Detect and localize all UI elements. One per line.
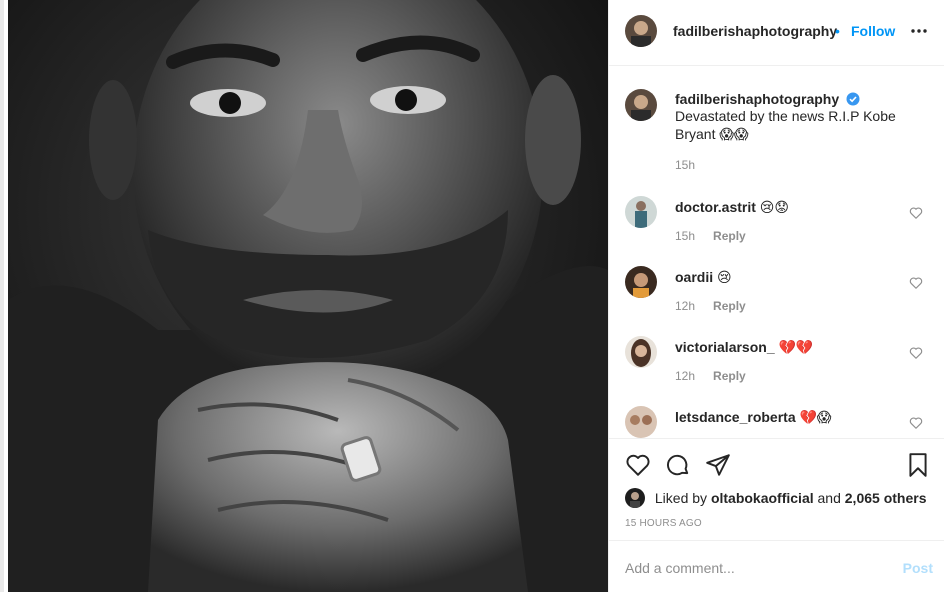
comment-text: 💔😱 (799, 409, 832, 425)
caption: fadilberishaphotography Devastated by th… (609, 88, 944, 178)
caption-username[interactable]: fadilberishaphotography (675, 91, 839, 107)
comment-meta: 12h Reply (675, 369, 746, 383)
share-icon[interactable] (705, 452, 731, 478)
heart-icon[interactable] (625, 452, 651, 478)
post-modal: fadilberishaphotography • Follow fadilbe… (0, 0, 944, 592)
comment-heart-icon[interactable] (909, 276, 923, 290)
post-comment-button[interactable]: Post (903, 560, 933, 576)
add-comment-bar: Add a comment... Post (609, 540, 944, 592)
comment-item: doctor.astrit 😢😟 15h Reply (609, 196, 944, 256)
post-sidebar: fadilberishaphotography • Follow fadilbe… (608, 0, 944, 592)
bookmark-icon[interactable] (905, 452, 931, 478)
reply-button[interactable]: Reply (713, 369, 746, 383)
comment-username[interactable]: oardii (675, 269, 713, 285)
reply-button[interactable]: Reply (713, 299, 746, 313)
avatar-image (625, 406, 657, 438)
liker-avatar[interactable] (625, 488, 645, 508)
comment-time: 12h (675, 299, 696, 313)
comments-list[interactable]: fadilberishaphotography Devastated by th… (609, 67, 944, 438)
liker-username[interactable]: oltabokaofficial (711, 490, 814, 506)
author-avatar[interactable] (625, 15, 657, 47)
comment-username[interactable]: victorialarson_ (675, 339, 775, 355)
commenter-avatar[interactable] (625, 266, 657, 298)
comment-username[interactable]: doctor.astrit (675, 199, 756, 215)
author-username[interactable]: fadilberishaphotography (673, 23, 837, 39)
post-actions: Liked by oltabokaofficial and 2,065 othe… (609, 438, 944, 540)
comment-text: 💔💔 (778, 339, 814, 355)
avatar-image (625, 15, 657, 47)
portrait-image (8, 0, 608, 592)
comment-item: oardii 😢 12h Reply (609, 266, 944, 326)
comment-heart-icon[interactable] (909, 346, 923, 360)
avatar-image (625, 336, 657, 368)
likes-summary: Liked by oltabokaofficial and 2,065 othe… (625, 488, 926, 508)
comment-input[interactable]: Add a comment... (625, 560, 735, 576)
comment-time: 12h (675, 369, 696, 383)
comment-icon[interactable] (665, 452, 691, 478)
comment-meta: 15h Reply (675, 229, 746, 243)
commenter-avatar[interactable] (625, 336, 657, 368)
post-photo[interactable] (8, 0, 608, 592)
comment-heart-icon[interactable] (909, 416, 923, 430)
reply-button[interactable]: Reply (713, 229, 746, 243)
commenter-avatar[interactable] (625, 196, 657, 228)
avatar-image (625, 266, 657, 298)
caption-avatar[interactable] (625, 89, 657, 121)
avatar-image (625, 488, 645, 508)
more-options-icon[interactable] (910, 22, 928, 40)
comment-time: 15h (675, 229, 696, 243)
caption-time: 15h (675, 158, 696, 172)
comment-item: letsdance_roberta 💔😱 (609, 406, 944, 438)
liked-by-label: Liked by (654, 490, 708, 506)
follow-button[interactable]: Follow (851, 23, 895, 39)
comment-text: 😢😟 (759, 199, 789, 215)
comment-item: victorialarson_ 💔💔 12h Reply (609, 336, 944, 396)
separator-dot: • (835, 23, 840, 39)
commenter-avatar[interactable] (625, 406, 657, 438)
likes-count[interactable]: 2,065 others (845, 490, 927, 506)
verified-badge-icon (846, 92, 860, 106)
post-header: fadilberishaphotography • Follow (609, 0, 944, 66)
avatar-image (625, 196, 657, 228)
post-timestamp[interactable]: 15 HOURS AGO (625, 518, 702, 529)
comment-heart-icon[interactable] (909, 206, 923, 220)
comment-text: 😢 (717, 269, 732, 285)
avatar-image (625, 89, 657, 121)
caption-text: Devastated by the news R.I.P Kobe Bryant… (675, 108, 896, 142)
likes-conjunction: and (817, 490, 841, 506)
comment-meta: 12h Reply (675, 299, 746, 313)
comment-username[interactable]: letsdance_roberta (675, 409, 796, 425)
